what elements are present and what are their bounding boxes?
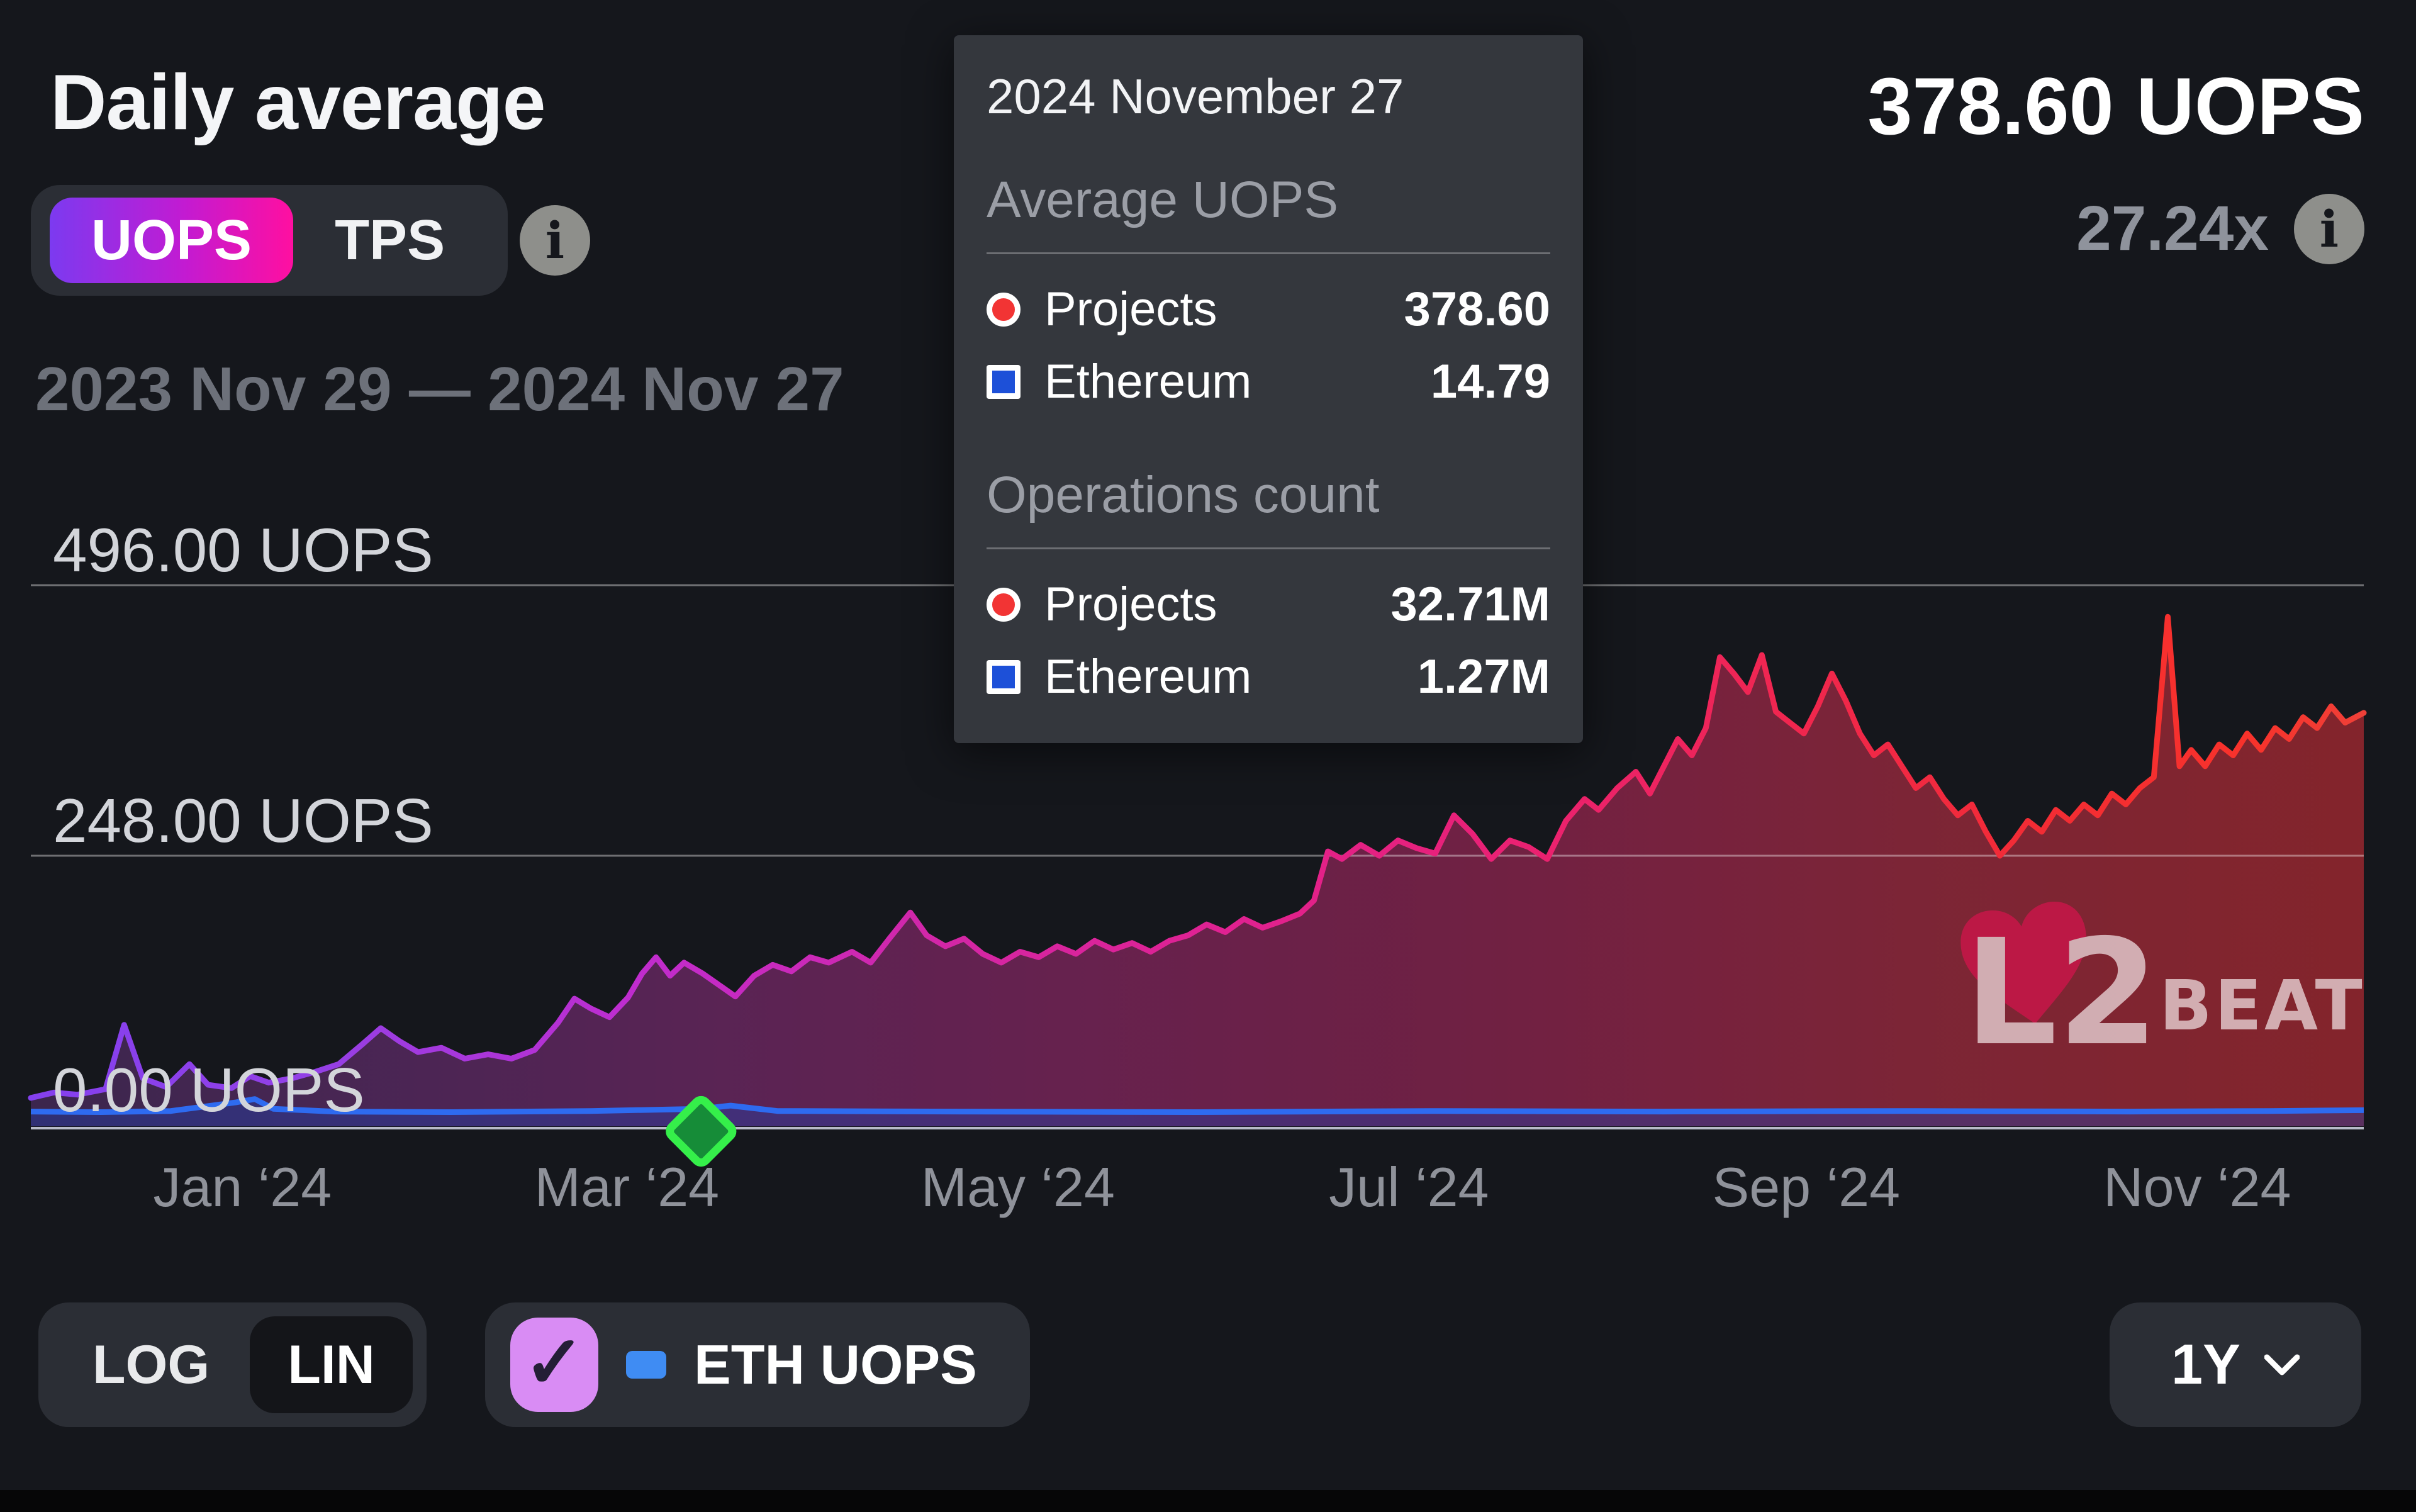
- tooltip-date: 2024 November 27: [987, 68, 1550, 125]
- info-icon[interactable]: i: [520, 205, 590, 276]
- chart-tooltip: 2024 November 27 Average UOPS Projects 3…: [954, 35, 1583, 743]
- x-axis-label: Mar ‘24: [469, 1155, 784, 1219]
- tooltip-row: Ethereum 14.79: [987, 354, 1550, 409]
- eth-series-color-chip: [626, 1351, 666, 1379]
- divider: [987, 547, 1550, 549]
- headline-value: 378.60 UOPS: [1867, 60, 2364, 153]
- eth-uops-checkbox[interactable]: ✓: [510, 1318, 598, 1412]
- scale-toggle-lin[interactable]: LIN: [250, 1316, 413, 1413]
- svg-text:L2: L2: [1964, 908, 2159, 1078]
- y-axis-label: 496.00 UOPS: [53, 515, 433, 586]
- legend-eth-uops[interactable]: ✓ ETH UOPS: [485, 1302, 1030, 1427]
- scale-toggle[interactable]: LOG LIN: [38, 1302, 427, 1427]
- scaling-factor-row: 27.24x i: [2076, 193, 2364, 265]
- x-axis-label: Nov ‘24: [2040, 1155, 2354, 1219]
- projects-marker-icon: [987, 588, 1021, 622]
- tooltip-row: Projects 378.60: [987, 282, 1550, 337]
- tooltip-section-heading: Average UOPS: [987, 171, 1550, 230]
- tooltip-row: Ethereum 1.27M: [987, 649, 1550, 704]
- ethereum-marker-icon: [987, 365, 1021, 399]
- x-axis-label: Sep ‘24: [1649, 1155, 1964, 1219]
- svg-text:BEAT: BEAT: [2159, 965, 2365, 1046]
- page-title: Daily average: [50, 58, 545, 147]
- tooltip-row: Projects 32.71M: [987, 577, 1550, 632]
- checkmark-icon: ✓: [523, 1320, 584, 1405]
- scaling-factor: 27.24x: [2076, 193, 2269, 265]
- projects-marker-icon: [987, 293, 1021, 327]
- tooltip-section-heading: Operations count: [987, 466, 1550, 525]
- divider: [987, 252, 1550, 254]
- x-axis-label: Jul ‘24: [1251, 1155, 1566, 1219]
- ethereum-marker-icon: [987, 660, 1021, 694]
- time-range-selector[interactable]: 1Y: [2110, 1302, 2361, 1427]
- x-axis-label: May ‘24: [861, 1155, 1175, 1219]
- y-axis-label: 248.00 UOPS: [53, 785, 433, 856]
- date-range: 2023 Nov 29 — 2024 Nov 27: [35, 354, 844, 425]
- scale-toggle-log[interactable]: LOG: [52, 1334, 250, 1396]
- metric-toggle-tps[interactable]: TPS: [310, 208, 470, 273]
- metric-toggle[interactable]: UOPS TPS: [31, 185, 508, 296]
- info-icon[interactable]: i: [2294, 194, 2364, 264]
- x-axis-label: Jan ‘24: [85, 1155, 400, 1219]
- metric-toggle-uops[interactable]: UOPS: [50, 198, 293, 283]
- y-axis-label: 0.00 UOPS: [53, 1055, 365, 1126]
- bottom-edge-strip: [0, 1490, 2416, 1512]
- legend-label: ETH UOPS: [694, 1333, 977, 1397]
- chevron-down-icon: [2264, 1353, 2300, 1376]
- time-range-value: 1Y: [2171, 1333, 2240, 1397]
